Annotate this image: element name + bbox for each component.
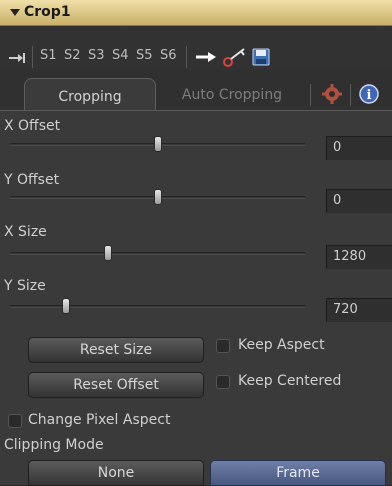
toolbar-separator [32,46,33,68]
change-pixel-aspect-checkbox[interactable] [8,414,22,428]
info-icon[interactable]: i [358,83,380,109]
svg-text:i: i [367,88,372,103]
inspector-panel: Crop1 S1 S2 S3 S4 S5 S6 Cropping Auto Cr… [0,0,392,486]
tab-auto-cropping[interactable]: Auto Cropping [168,80,296,110]
arrow-right-icon[interactable] [194,49,218,69]
x-size-slider-handle[interactable] [103,245,112,261]
x-size-slider[interactable] [10,252,306,255]
collapse-triangle-icon[interactable] [10,9,20,16]
s2-button[interactable]: S2 [64,48,81,63]
change-pixel-aspect-label: Change Pixel Aspect [28,412,171,428]
s5-button[interactable]: S5 [136,48,153,63]
keep-aspect-checkbox[interactable] [216,339,230,353]
x-offset-slider-handle[interactable] [154,136,162,152]
clipping-mode-label: Clipping Mode [4,437,104,453]
key-icon[interactable] [222,46,248,72]
s3-button[interactable]: S3 [88,48,105,63]
x-size-label: X Size [4,224,47,240]
y-offset-field[interactable]: 0 [326,189,392,213]
y-size-label: Y Size [4,278,46,294]
s1-button[interactable]: S1 [40,48,57,63]
save-icon[interactable] [252,48,270,70]
x-offset-label: X Offset [4,118,61,134]
x-size-field[interactable]: 1280 [326,245,392,269]
reset-offset-button[interactable]: Reset Offset [28,372,204,398]
tool-name: Crop1 [24,4,71,20]
y-size-slider-handle[interactable] [62,298,71,314]
x-offset-field[interactable]: 0 [326,136,392,160]
s6-button[interactable]: S6 [160,48,177,63]
y-offset-slider-handle[interactable] [154,189,162,205]
pin-arrow-icon[interactable] [8,50,26,69]
gear-icon[interactable] [322,84,342,108]
y-size-field[interactable]: 720 [326,298,392,322]
tab-separator [310,84,311,106]
y-offset-label: Y Offset [4,172,60,188]
tab-separator [350,84,351,106]
s4-button[interactable]: S4 [112,48,129,63]
y-size-slider[interactable] [10,305,306,308]
keep-centered-checkbox[interactable] [216,375,230,389]
tool-header[interactable]: Crop1 [0,0,392,26]
keep-aspect-label: Keep Aspect [238,337,325,353]
toolbar-separator [186,46,187,68]
keep-centered-label: Keep Centered [238,373,342,389]
clipping-mode-none-button[interactable]: None [28,460,204,486]
clipping-mode-frame-button[interactable]: Frame [210,460,386,486]
reset-size-button[interactable]: Reset Size [28,337,204,363]
tab-cropping[interactable]: Cropping [24,78,156,110]
